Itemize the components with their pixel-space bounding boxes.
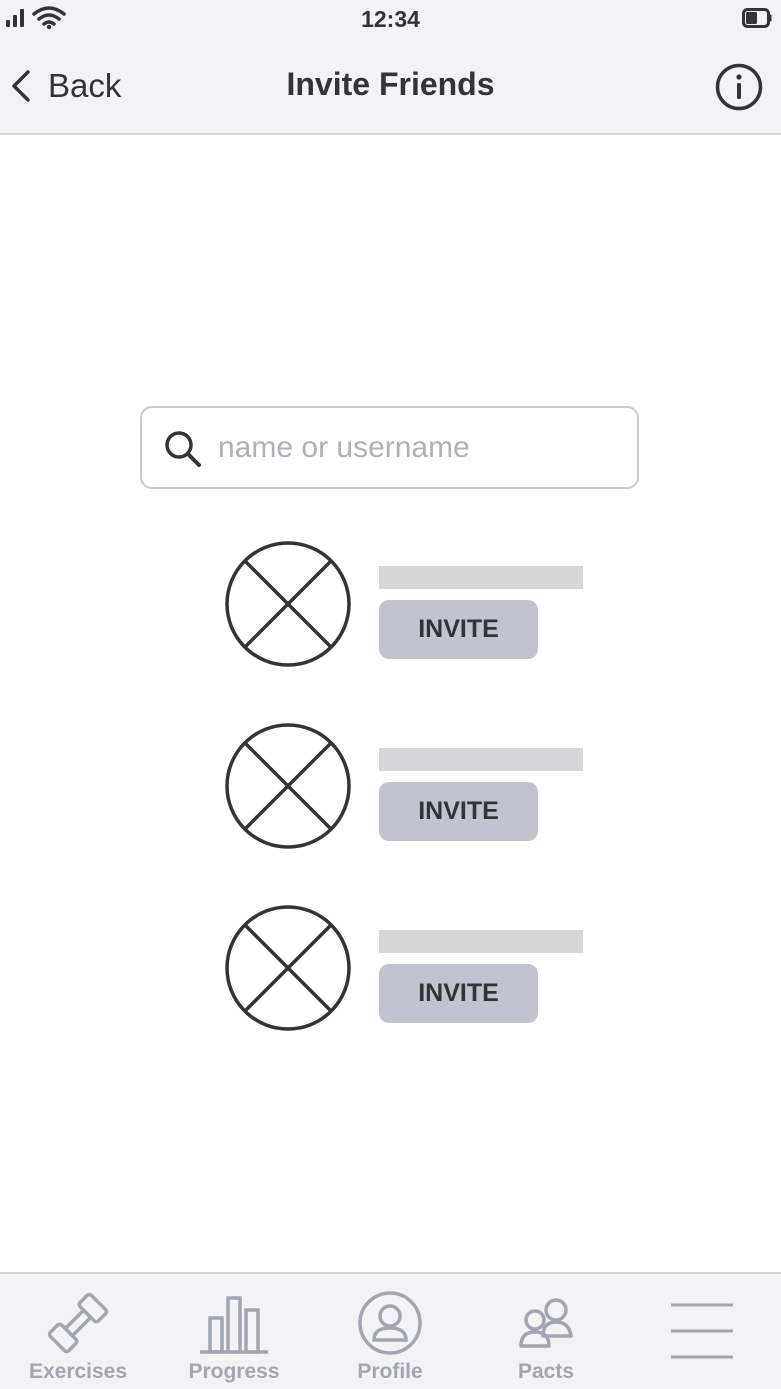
tab-pacts-label: Pacts bbox=[517, 1360, 575, 1383]
tab-menu[interactable] bbox=[624, 1274, 780, 1389]
tab-progress[interactable]: Progress bbox=[156, 1274, 312, 1389]
search-input[interactable] bbox=[218, 420, 618, 476]
invite-button[interactable]: INVITE bbox=[379, 600, 538, 659]
status-bar: 12:34 bbox=[0, 0, 781, 40]
battery-icon bbox=[742, 8, 772, 28]
tab-exercises-label: Exercises bbox=[28, 1360, 128, 1383]
avatar-placeholder-icon bbox=[225, 905, 351, 1031]
menu-icon bbox=[671, 1303, 733, 1359]
user-circle-icon bbox=[358, 1291, 422, 1355]
tab-pacts[interactable]: Pacts bbox=[468, 1274, 624, 1389]
invite-button[interactable]: INVITE bbox=[379, 782, 538, 841]
search-box bbox=[140, 406, 639, 489]
bar-chart-icon bbox=[200, 1296, 268, 1354]
info-icon[interactable] bbox=[714, 62, 764, 112]
dumbbell-icon bbox=[47, 1292, 109, 1354]
tab-bar: Exercises Progress Profile Pacts bbox=[0, 1272, 781, 1389]
navigation-bar: Back Invite Friends bbox=[0, 40, 781, 135]
back-button[interactable]: Back bbox=[8, 64, 121, 108]
chevron-left-icon bbox=[12, 70, 30, 102]
search-icon bbox=[165, 431, 201, 467]
invite-button[interactable]: INVITE bbox=[379, 964, 538, 1023]
friend-name-placeholder bbox=[379, 930, 583, 953]
friend-list-item: INVITE bbox=[224, 904, 584, 1032]
friend-list-item: INVITE bbox=[224, 540, 584, 668]
status-time: 12:34 bbox=[361, 6, 420, 32]
friend-name-placeholder bbox=[379, 748, 583, 771]
avatar-placeholder-icon bbox=[225, 541, 351, 667]
users-icon bbox=[519, 1298, 573, 1348]
tab-profile-label: Profile bbox=[357, 1360, 423, 1383]
friend-list-item: INVITE bbox=[224, 722, 584, 850]
friend-name-placeholder bbox=[379, 566, 583, 589]
tab-progress-label: Progress bbox=[188, 1360, 280, 1383]
tab-profile[interactable]: Profile bbox=[312, 1274, 468, 1389]
tab-exercises[interactable]: Exercises bbox=[0, 1274, 156, 1389]
back-label: Back bbox=[48, 67, 122, 104]
avatar-placeholder-icon bbox=[225, 723, 351, 849]
